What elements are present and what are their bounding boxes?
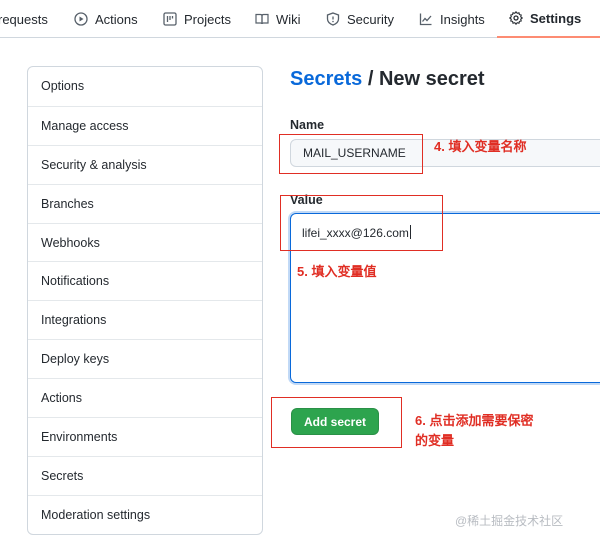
tab-actions[interactable]: Actions — [74, 0, 138, 38]
breadcrumb-current: / New secret — [362, 68, 485, 90]
gear-icon — [508, 10, 524, 26]
book-icon — [255, 12, 269, 26]
sidebar-item-label: Options — [41, 79, 85, 94]
repo-tab-bar: requests Actions Projects Wiki Security … — [0, 0, 600, 38]
sidebar-item-branches[interactable]: Branches — [28, 183, 262, 223]
tab-pull-requests[interactable]: requests — [0, 0, 48, 38]
tab-label: Wiki — [276, 11, 301, 27]
tab-projects[interactable]: Projects — [163, 0, 231, 38]
sidebar-item-actions[interactable]: Actions — [28, 378, 262, 417]
tab-label: Insights — [440, 11, 485, 27]
sidebar-item-label: Manage access — [41, 118, 129, 133]
sidebar-item-environments[interactable]: Environments — [28, 417, 262, 456]
name-label: Name — [290, 118, 325, 132]
sidebar-item-label: Actions — [41, 391, 82, 406]
sidebar-item-label: Notifications — [41, 274, 110, 289]
annotation-step-5: 5. 填入变量值 — [297, 264, 377, 279]
annotation-box-add-button — [271, 397, 402, 448]
sidebar-item-label: Security & analysis — [41, 157, 147, 172]
tab-label: Settings — [530, 10, 582, 26]
play-circle-icon — [74, 12, 88, 26]
sidebar-item-security-analysis[interactable]: Security & analysis — [28, 144, 262, 184]
sidebar-item-manage-access[interactable]: Manage access — [28, 105, 262, 145]
annotation-step-4: 4. 填入变量名称 — [434, 139, 527, 154]
tab-label: Projects — [184, 11, 231, 27]
sidebar-item-label: Secrets — [41, 468, 84, 483]
project-board-icon — [163, 12, 177, 26]
annotation-box-name — [279, 134, 423, 174]
annotation-box-value — [280, 195, 443, 251]
tab-label: Security — [347, 11, 394, 27]
sidebar-item-label: Integrations — [41, 313, 107, 328]
tab-label: Actions — [95, 11, 138, 27]
sidebar-item-notifications[interactable]: Notifications — [28, 261, 262, 300]
sidebar-item-label: Webhooks — [41, 235, 100, 250]
tab-settings[interactable]: Settings — [497, 0, 600, 38]
breadcrumb-secrets-link[interactable]: Secrets — [290, 68, 362, 90]
sidebar-item-options[interactable]: Options — [28, 67, 262, 106]
shield-icon — [326, 12, 340, 26]
sidebar-item-label: Moderation settings — [41, 507, 151, 522]
sidebar-item-label: Environments — [41, 429, 118, 444]
watermark: @稀土掘金技术社区 — [455, 514, 564, 528]
graph-icon — [419, 12, 433, 26]
tab-wiki[interactable]: Wiki — [255, 0, 301, 38]
sidebar-item-label: Branches — [41, 196, 94, 211]
annotation-step-6: 6. 点击添加需要保密的变量 — [415, 413, 534, 448]
tab-security[interactable]: Security — [326, 0, 394, 38]
page-title: Secrets / New secret — [290, 68, 485, 91]
tab-label: requests — [0, 11, 48, 27]
sidebar-item-moderation-settings[interactable]: Moderation settings — [28, 494, 262, 534]
sidebar-item-label: Deploy keys — [41, 352, 110, 367]
sidebar-item-secrets[interactable]: Secrets — [28, 455, 262, 495]
settings-sidebar: Options Manage access Security & analysi… — [27, 66, 263, 535]
sidebar-item-integrations[interactable]: Integrations — [28, 300, 262, 339]
sidebar-item-webhooks[interactable]: Webhooks — [28, 222, 262, 262]
sidebar-item-deploy-keys[interactable]: Deploy keys — [28, 339, 262, 378]
tab-insights[interactable]: Insights — [419, 0, 485, 38]
